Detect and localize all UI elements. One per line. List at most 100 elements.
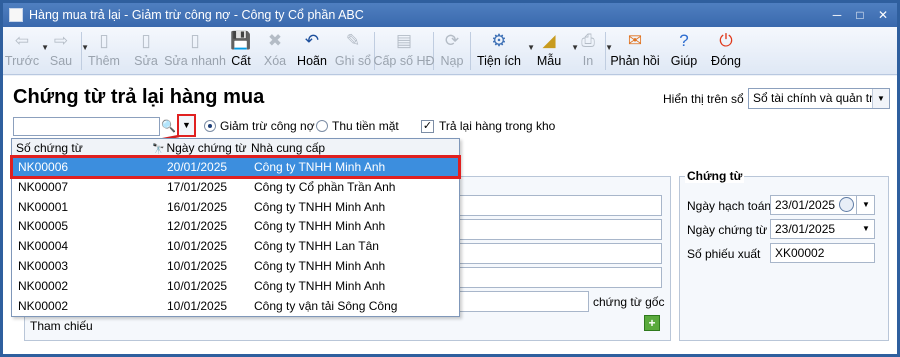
- window-title: Hàng mua trả lại - Giảm trừ công nợ - Cô…: [29, 8, 364, 22]
- voucher-dropdown-list: Số chứng từ 🔭 Ngày chứng từ Nhà cung cấp …: [10, 138, 461, 317]
- add-doc-icon: ▯: [99, 31, 109, 50]
- cell-ncc: Công ty Cổ phần Trần Anh: [254, 179, 396, 194]
- voucher-search-input[interactable]: [13, 117, 160, 136]
- main-window: Hàng mua trả lại - Giảm trừ công nợ - Cô…: [0, 0, 900, 357]
- toolbar-label: Trước: [4, 54, 40, 68]
- checkbox-return-stock[interactable]: ✓ Trả lại hàng trong kho: [421, 119, 555, 133]
- toolbar-arrow-left-button[interactable]: ⇦ Trước ▼: [3, 27, 49, 73]
- radio-circle[interactable]: [316, 120, 328, 132]
- toolbar-add-doc-button[interactable]: ▯ Thêm: [82, 27, 126, 73]
- page-title: Chứng từ trả lại hàng mua: [13, 86, 265, 108]
- column-ngay-chung-tu[interactable]: 🔭 Ngày chứng từ: [152, 141, 247, 155]
- utilities-icon: ⚙: [491, 31, 507, 50]
- cell-ncc: Công ty TNHH Minh Anh: [254, 219, 386, 234]
- toolbar-post-button[interactable]: ✎ Ghi sổ: [332, 27, 374, 73]
- toolbar-utilities-button[interactable]: ⚙ Tiện ích ▼: [471, 27, 535, 73]
- dropdown-row[interactable]: NK00002 10/01/2025 Công ty TNHH Minh Anh: [12, 276, 459, 296]
- cell-ncc: Công ty TNHH Minh Anh: [254, 278, 386, 293]
- posting-date-dropdown[interactable]: ▼: [856, 195, 875, 215]
- add-reference-icon[interactable]: +: [644, 315, 660, 331]
- toolbar-undo-button[interactable]: ↶ Hoãn: [292, 27, 332, 73]
- toolbar-close-button[interactable]: ⏻ Đóng: [704, 27, 748, 73]
- toolbar-save-button[interactable]: 💾 Cất: [224, 27, 258, 73]
- toolbar-feedback-button[interactable]: ✉ Phản hồi: [606, 27, 664, 73]
- field-original-docs[interactable]: [458, 291, 589, 312]
- posting-date-value: 23/01/2025: [775, 198, 836, 212]
- cell-ngay: 20/01/2025: [167, 160, 228, 174]
- toolbar-arrow-right-button[interactable]: ⇨ Sau ▼: [41, 27, 89, 73]
- edit-doc-icon: ▯: [141, 31, 151, 50]
- toolbar-label: Giúp: [670, 54, 698, 68]
- field-reason[interactable]: [458, 243, 662, 264]
- toolbar-quick-edit-button[interactable]: ▯ Sửa nhanh: [164, 27, 226, 73]
- title-bar: Hàng mua trả lại - Giảm trừ công nợ - Cô…: [3, 3, 897, 27]
- field-supplier-name[interactable]: [458, 195, 662, 216]
- close-window-button[interactable]: ✕: [873, 7, 893, 23]
- doc-date-label: Ngày chứng từ: [687, 223, 768, 237]
- toolbar-label: Sửa nhanh: [164, 54, 226, 68]
- checkbox-checked-icon[interactable]: ✓: [421, 119, 434, 133]
- dropdown-row[interactable]: NK00007 17/01/2025 Công ty Cổ phần Trần An…: [12, 177, 459, 197]
- issue-no-label: Số phiếu xuất: [687, 247, 761, 261]
- toolbar-label: Thêm: [88, 54, 120, 68]
- chevron-down-icon[interactable]: ▼: [872, 89, 889, 108]
- cell-so: NK00004: [18, 239, 69, 254]
- doc-date-field[interactable]: 23/01/2025 ▼: [770, 219, 875, 239]
- column-so-chung-tu[interactable]: Số chứng từ: [16, 141, 83, 155]
- display-book-label: Hiển thị trên sổ: [663, 92, 744, 106]
- dropdown-row-selected[interactable]: NK00006 20/01/2025 Công ty TNHH Minh Anh: [10, 155, 461, 179]
- toolbar-label: Nạp: [440, 54, 464, 68]
- dropdown-row[interactable]: NK00003 10/01/2025 Công ty TNHH Minh Anh: [12, 256, 459, 276]
- minimize-button[interactable]: ─: [827, 7, 847, 23]
- toolbar-label: Đóng: [711, 54, 741, 68]
- cell-ngay: 17/01/2025: [167, 179, 228, 194]
- radio-reduce-debt[interactable]: Giảm trừ công nợ: [204, 119, 315, 133]
- radio-circle-checked[interactable]: [204, 120, 216, 132]
- checkbox-return-stock-label: Trả lại hàng trong kho: [439, 119, 556, 133]
- toolbar-invoice-number-button[interactable]: ▤ Cấp số HĐ: [373, 27, 434, 73]
- dropdown-row[interactable]: NK00005 12/01/2025 Công ty TNHH Minh Anh: [12, 216, 459, 236]
- toolbar-label: Cất: [231, 54, 251, 68]
- dropdown-row[interactable]: NK00001 16/01/2025 Công ty TNHH Minh Anh: [12, 197, 459, 217]
- chevron-down-icon[interactable]: ▼: [858, 220, 874, 238]
- issue-no-field[interactable]: XK00002: [770, 243, 875, 263]
- clock-icon[interactable]: [839, 197, 854, 212]
- toolbar-help-button[interactable]: ? Giúp: [664, 27, 704, 73]
- dropdown-row[interactable]: NK00004 10/01/2025 Công ty TNHH Lan Tân: [12, 236, 459, 256]
- toolbar-label: Phản hồi: [610, 54, 660, 68]
- cell-so: NK00001: [18, 199, 69, 214]
- invoice-number-icon: ▤: [395, 31, 413, 50]
- column-nha-cung-cap[interactable]: Nhà cung cấp: [251, 141, 325, 155]
- dropdown-header: Số chứng từ 🔭 Ngày chứng từ Nhà cung cấp: [12, 139, 459, 156]
- dropdown-row[interactable]: NK00002 10/01/2025 Công ty vận tải Sông Cô…: [12, 296, 459, 316]
- help-icon: ?: [679, 31, 689, 50]
- radio-collect-cash[interactable]: Thu tiền mặt: [316, 119, 399, 133]
- feedback-icon: ✉: [627, 31, 643, 50]
- maximize-button[interactable]: □: [850, 7, 870, 23]
- field-staff[interactable]: [458, 267, 662, 288]
- toolbar-edit-doc-button[interactable]: ▯ Sửa: [126, 27, 166, 73]
- doc-date-value: 23/01/2025: [775, 222, 836, 236]
- toolbar-print-button[interactable]: ⎙ In ▼: [571, 27, 613, 73]
- search-icon[interactable]: 🔍: [161, 117, 176, 136]
- display-book-select[interactable]: Sổ tài chính và quản trị ▼: [748, 88, 890, 109]
- reference-label: Tham chiếu: [30, 319, 93, 333]
- toolbar-template-button[interactable]: ◢ Mẫu ▼: [527, 27, 579, 73]
- cell-so: NK00005: [18, 219, 69, 234]
- cell-ngay: 10/01/2025: [167, 259, 228, 273]
- toolbar-reload-button[interactable]: ⟳ Nạp: [434, 27, 470, 73]
- voucher-dropdown-button[interactable]: ▼: [177, 114, 196, 137]
- app-icon: [9, 8, 23, 22]
- field-address[interactable]: [458, 219, 662, 240]
- voucher-group-title: Chứng từ: [685, 169, 745, 183]
- toolbar-label: Ghi sổ: [334, 54, 372, 68]
- cell-so: NK00002: [18, 298, 69, 313]
- radio-reduce-debt-label: Giảm trừ công nợ: [220, 119, 315, 133]
- toolbar-delete-button[interactable]: ✖ Xóa: [258, 27, 292, 73]
- template-icon: ◢: [542, 31, 556, 50]
- chevron-down-icon[interactable]: ▼: [858, 196, 874, 214]
- quick-edit-icon: ▯: [190, 31, 200, 50]
- cell-ncc: Công ty TNHH Minh Anh: [254, 160, 386, 174]
- delete-icon: ✖: [267, 31, 283, 50]
- toolbar: ⇦ Trước ▼ ⇨ Sau ▼ ▯ Thêm ▯ Sửa ▯ Sửa nhanh 💾 Cất ✖ Xóa ↶…: [3, 27, 897, 75]
